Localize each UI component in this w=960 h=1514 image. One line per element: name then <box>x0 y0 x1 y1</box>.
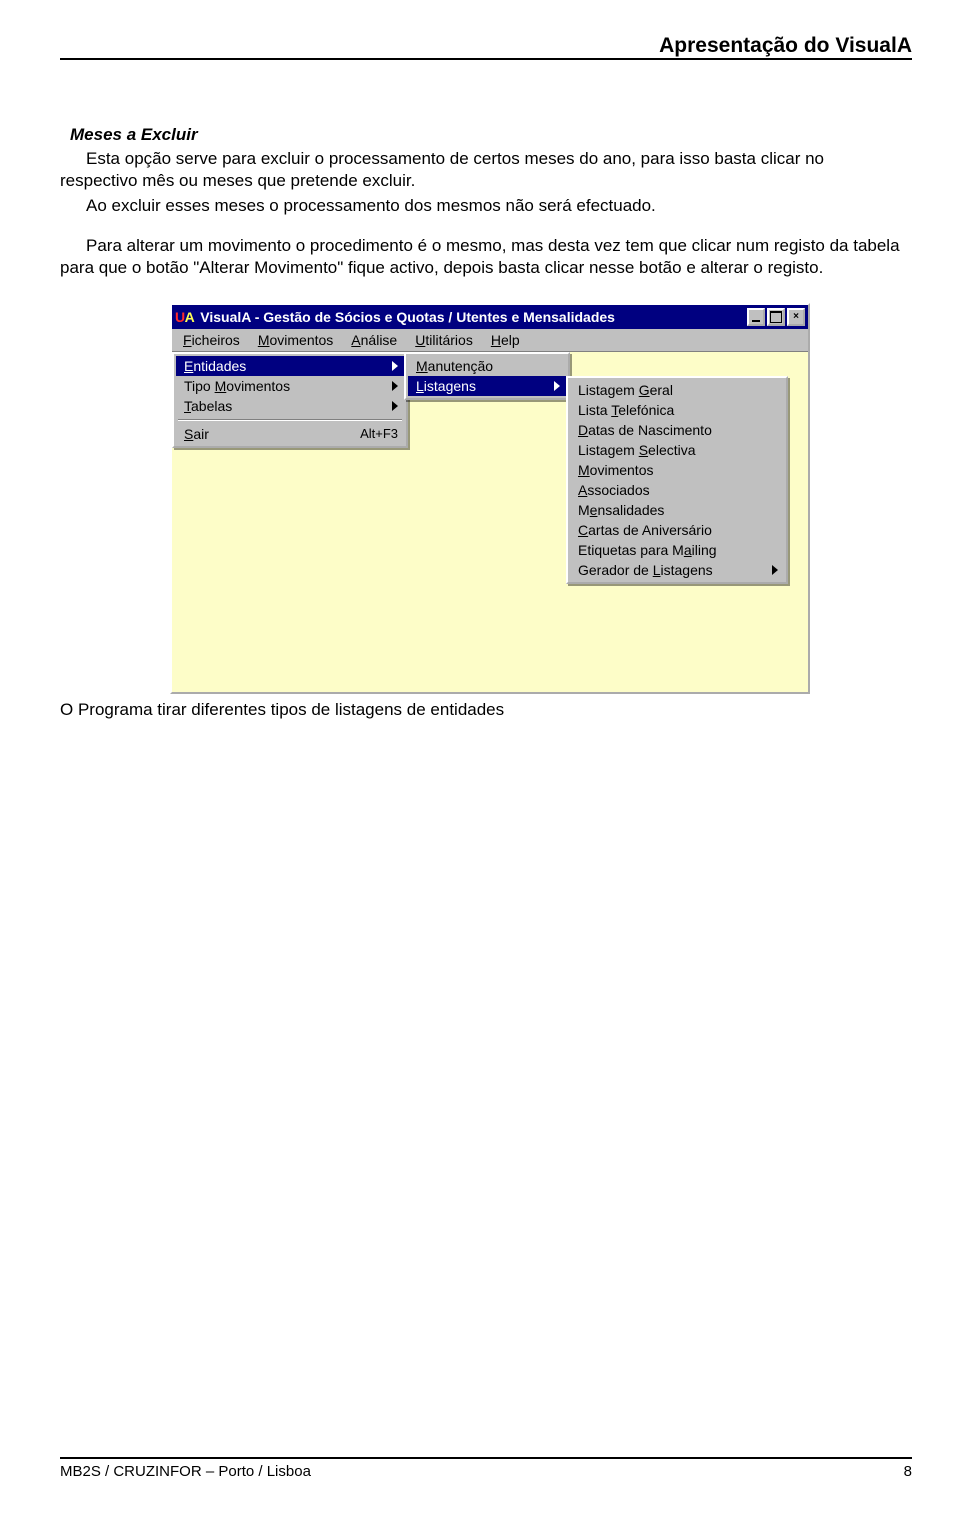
app-window: UA VisualA - Gestão de Sócios e Quotas /… <box>170 303 810 694</box>
menuitem-lista-telefonica[interactable]: Lista Telefónica <box>570 400 784 420</box>
submenu-arrow-icon <box>392 361 398 371</box>
client-area: Entidades Tipo Movimentos Tabelas Sair <box>172 352 808 692</box>
embedded-screenshot: UA VisualA - Gestão de Sócios e Quotas /… <box>170 303 810 694</box>
menuitem-cartas-aniversario[interactable]: Cartas de Aniversário <box>570 520 784 540</box>
submenu-listagens: Listagem Geral Lista Telefónica Datas de… <box>566 376 788 584</box>
menu-utilitarios[interactable]: Utilitários <box>406 331 482 349</box>
menuitem-associados[interactable]: Associados <box>570 480 784 500</box>
menuitem-listagem-geral[interactable]: Listagem Geral <box>570 380 784 400</box>
menuitem-datas-nascimento[interactable]: Datas de Nascimento <box>570 420 784 440</box>
body-text: Meses a Excluir Esta opção serve para ex… <box>60 124 900 279</box>
minimize-button[interactable] <box>747 308 765 326</box>
menu-movimentos[interactable]: Movimentos <box>249 331 342 349</box>
paragraph-3: Para alterar um movimento o procedimento… <box>60 235 900 279</box>
menuitem-sair[interactable]: Sair Alt+F3 <box>176 424 404 444</box>
close-button[interactable]: × <box>787 308 805 326</box>
menu-ficheiros[interactable]: Ficheiros <box>174 331 249 349</box>
menuitem-listagem-selectiva[interactable]: Listagem Selectiva <box>570 440 784 460</box>
window-title: VisualA - Gestão de Sócios e Quotas / Ut… <box>200 309 747 325</box>
menu-analise[interactable]: Análise <box>342 331 406 349</box>
section-heading: Meses a Excluir <box>70 124 900 146</box>
page-header: Apresentação do VisualA <box>60 34 912 60</box>
menuitem-listagens[interactable]: Listagens <box>408 376 566 396</box>
menuitem-tabelas[interactable]: Tabelas <box>176 396 404 416</box>
titlebar: UA VisualA - Gestão de Sócios e Quotas /… <box>172 305 808 329</box>
submenu-entidades: Manutenção Listagens <box>404 352 570 400</box>
paragraph-2: Ao excluir esses meses o processamento d… <box>60 195 900 217</box>
menuitem-mensalidades[interactable]: Mensalidades <box>570 500 784 520</box>
menuitem-movimentos[interactable]: Movimentos <box>570 460 784 480</box>
paragraph-1: Esta opção serve para excluir o processa… <box>60 148 900 192</box>
shortcut-text: Alt+F3 <box>360 426 398 441</box>
submenu-arrow-icon <box>554 381 560 391</box>
menuitem-gerador-listagens[interactable]: Gerador de Listagens <box>570 560 784 580</box>
menuitem-entidades[interactable]: Entidades <box>176 356 404 376</box>
footer-left: MB2S / CRUZINFOR – Porto / Lisboa <box>60 1463 311 1480</box>
page-number: 8 <box>904 1463 912 1480</box>
figure-caption: O Programa tirar diferentes tipos de lis… <box>60 700 900 720</box>
page-footer: MB2S / CRUZINFOR – Porto / Lisboa 8 <box>60 1457 912 1480</box>
submenu-arrow-icon <box>392 381 398 391</box>
submenu-arrow-icon <box>772 565 778 575</box>
submenu-arrow-icon <box>392 401 398 411</box>
menuitem-etiquetas-mailing[interactable]: Etiquetas para Mailing <box>570 540 784 560</box>
menu-separator <box>178 419 402 421</box>
menu-help[interactable]: Help <box>482 331 529 349</box>
maximize-button[interactable] <box>767 308 785 326</box>
app-logo-text: UA <box>175 309 194 325</box>
submenu-ficheiros: Entidades Tipo Movimentos Tabelas Sair <box>172 352 408 448</box>
menubar: Ficheiros Movimentos Análise Utilitários… <box>172 329 808 352</box>
menuitem-manutencao[interactable]: Manutenção <box>408 356 566 376</box>
menuitem-tipo-movimentos[interactable]: Tipo Movimentos <box>176 376 404 396</box>
